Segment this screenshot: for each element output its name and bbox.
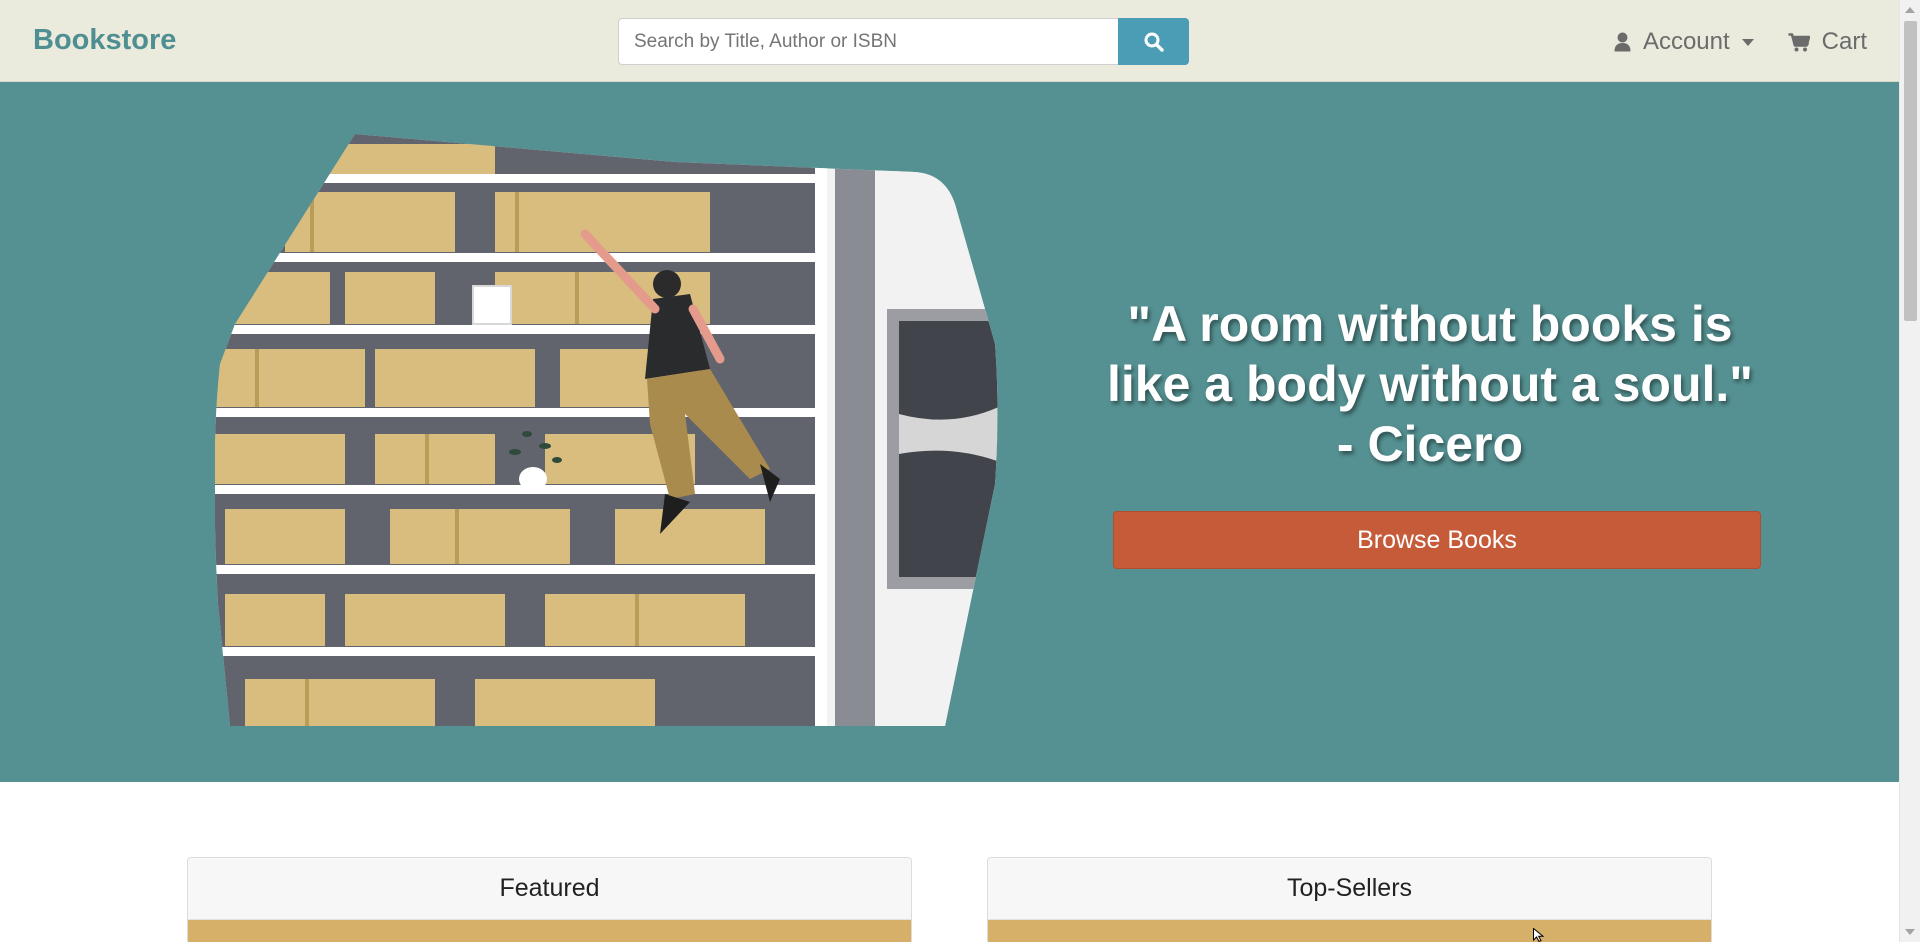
quote-author: - Cicero (1336, 416, 1524, 472)
account-label: Account (1642, 28, 1730, 55)
quote-line-1: "A room without books is (1127, 296, 1733, 352)
search-input[interactable] (618, 18, 1119, 65)
page-scrollbar[interactable] (1899, 0, 1920, 942)
hero-banner: "A room without books is like a body wit… (0, 82, 1899, 782)
featured-card-title: Featured (188, 858, 911, 920)
scroll-down-arrow-icon[interactable] (1905, 929, 1915, 935)
cursor-icon (1533, 928, 1545, 942)
account-dropdown[interactable]: Account (1614, 28, 1754, 56)
brand-logo[interactable]: Bookstore (33, 24, 176, 57)
search-button[interactable] (1118, 18, 1189, 65)
top-sellers-card-image[interactable] (988, 920, 1711, 942)
cart-label: Cart (1821, 28, 1867, 55)
user-icon (1614, 32, 1631, 52)
browse-books-button[interactable]: Browse Books (1113, 511, 1761, 569)
cart-link[interactable]: Cart (1788, 28, 1867, 56)
quote-line-2: like a body without a soul." (1107, 356, 1753, 412)
nav-right: Account Cart (1580, 26, 1867, 58)
cart-icon (1788, 32, 1810, 51)
featured-card-image[interactable] (188, 920, 911, 942)
hero-quote: "A room without books is like a body wit… (1100, 294, 1760, 474)
search-icon (1144, 32, 1164, 52)
scroll-thumb[interactable] (1904, 21, 1917, 321)
navbar: Bookstore Account Cart (0, 0, 1899, 82)
top-sellers-card-title: Top-Sellers (988, 858, 1711, 920)
caret-down-icon (1741, 38, 1754, 46)
search-form (618, 18, 1189, 65)
featured-card: Featured (187, 857, 912, 942)
top-sellers-card: Top-Sellers (987, 857, 1712, 942)
bookshelf-illustration (215, 134, 998, 726)
scroll-up-arrow-icon[interactable] (1905, 7, 1915, 13)
